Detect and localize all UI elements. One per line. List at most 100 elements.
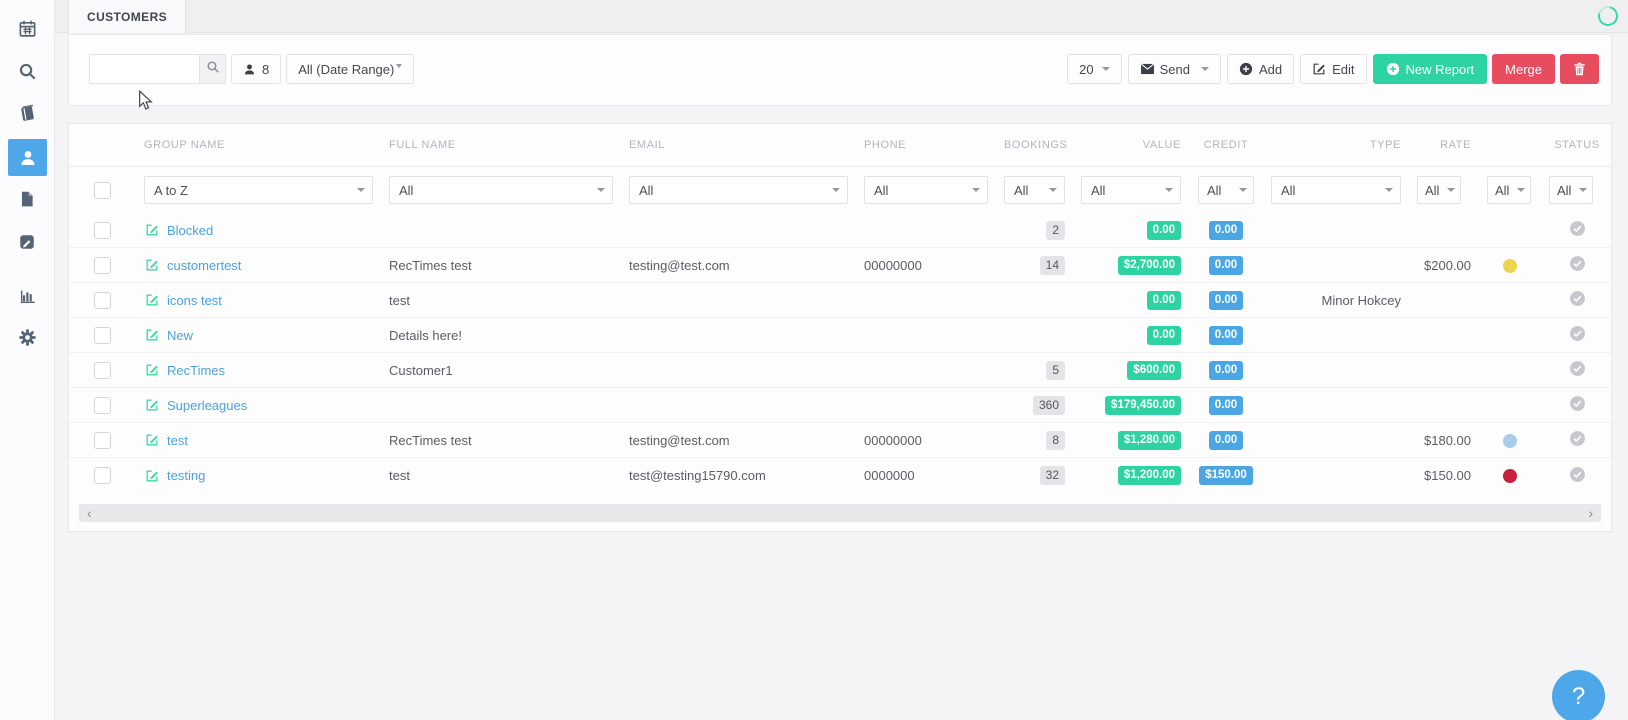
credit-badge: 0.00 [1209, 396, 1243, 415]
chevron-right-icon[interactable]: › [1588, 506, 1593, 520]
sidebar-item-documents[interactable] [13, 185, 41, 213]
col-header-status[interactable]: STATUS [1541, 139, 1613, 151]
filter-status[interactable]: All [1549, 176, 1593, 204]
row-checkbox[interactable] [94, 222, 111, 239]
col-header-full-name[interactable]: FULL NAME [381, 139, 621, 151]
row-checkbox[interactable] [94, 362, 111, 379]
value-badge: $600.00 [1127, 361, 1181, 380]
filter-credit[interactable]: All [1198, 176, 1254, 204]
row-checkbox[interactable] [94, 257, 111, 274]
tab-customers[interactable]: CUSTOMERS [68, 0, 186, 33]
row-checkbox[interactable] [94, 467, 111, 484]
help-button[interactable]: ? [1552, 670, 1605, 720]
col-header-bookings[interactable]: BOOKINGS [996, 139, 1073, 151]
full-name-cell: Details here! [381, 328, 621, 343]
table-row: customertestRecTimes testtesting@test.co… [69, 248, 1611, 283]
group-name-link[interactable]: Superleagues [167, 398, 247, 413]
email-cell: testing@test.com [621, 258, 856, 273]
rate-cell: $150.00 [1409, 468, 1479, 483]
credit-cell: $150.00 [1189, 466, 1263, 485]
value-badge: 0.00 [1147, 326, 1181, 345]
bookings-cell: 5 [996, 361, 1073, 380]
row-checkbox-cell [69, 397, 136, 414]
edit-button[interactable]: Edit [1300, 54, 1366, 84]
filter-phone[interactable]: All [864, 176, 988, 204]
row-checkbox[interactable] [94, 397, 111, 414]
col-header-group-name[interactable]: GROUP NAME [136, 139, 381, 151]
row-checkbox[interactable] [94, 292, 111, 309]
group-name-link[interactable]: customertest [167, 258, 241, 273]
page-size-dropdown[interactable]: 20 [1067, 54, 1121, 84]
row-edit-icon[interactable] [145, 433, 159, 447]
row-edit-icon[interactable] [145, 223, 159, 237]
bookings-badge: 32 [1040, 466, 1065, 485]
phone-cell: 0000000 [856, 468, 996, 483]
sidebar-item-book[interactable] [13, 99, 41, 127]
edit-pencil-icon [1312, 62, 1326, 76]
status-check-icon [1569, 466, 1586, 483]
group-name-link[interactable]: New [167, 328, 193, 343]
row-edit-icon[interactable] [145, 398, 159, 412]
row-edit-icon[interactable] [145, 293, 159, 307]
col-header-credit[interactable]: CREDIT [1189, 139, 1263, 151]
group-name-link[interactable]: testing [167, 468, 205, 483]
search-button[interactable] [199, 54, 226, 84]
bookings-badge: 14 [1040, 256, 1065, 275]
date-range-dropdown[interactable]: All (Date Range) [286, 54, 414, 84]
filter-email[interactable]: All [629, 176, 848, 204]
filter-colour[interactable]: All [1487, 176, 1531, 204]
plus-circle-icon [1239, 62, 1253, 76]
sidebar-item-notes[interactable] [13, 228, 41, 256]
row-checkbox[interactable] [94, 327, 111, 344]
person-icon [243, 63, 256, 76]
sidebar-item-settings[interactable] [13, 323, 41, 351]
sidebar-item-reports[interactable] [13, 282, 41, 310]
group-name-cell: Blocked [136, 223, 381, 238]
search-input[interactable] [89, 54, 199, 84]
filter-bookings[interactable]: All [1004, 176, 1065, 204]
sidebar-item-calendar[interactable] [13, 14, 41, 42]
row-edit-icon[interactable] [145, 363, 159, 377]
send-dropdown-button[interactable]: Send [1128, 54, 1221, 84]
delete-button[interactable] [1560, 54, 1599, 84]
credit-cell: 0.00 [1189, 361, 1263, 380]
status-check-icon [1569, 220, 1586, 237]
group-name-link[interactable]: icons test [167, 293, 222, 308]
group-name-link[interactable]: RecTimes [167, 363, 225, 378]
chevron-down-icon [1579, 188, 1587, 192]
select-all-checkbox[interactable] [94, 182, 111, 199]
sidebar-item-customers[interactable] [8, 139, 47, 176]
sidebar-item-search[interactable] [13, 57, 41, 85]
row-edit-icon[interactable] [145, 328, 159, 342]
row-edit-icon[interactable] [145, 258, 159, 272]
status-check-icon [1569, 395, 1586, 412]
filter-type[interactable]: All [1271, 176, 1401, 204]
status-check-icon [1569, 360, 1586, 377]
customer-count-button[interactable]: 8 [231, 54, 281, 84]
col-header-phone[interactable]: PHONE [856, 139, 996, 151]
add-button[interactable]: Add [1227, 54, 1294, 84]
colour-dot [1503, 469, 1517, 483]
row-checkbox-cell [69, 362, 136, 379]
filter-group-name[interactable]: A to Z [144, 176, 373, 204]
filter-rate[interactable]: All [1417, 176, 1461, 204]
credit-badge: 0.00 [1209, 256, 1243, 275]
horizontal-scrollbar[interactable]: ‹ › [79, 504, 1601, 522]
row-checkbox[interactable] [94, 432, 111, 449]
filter-full-name[interactable]: All [389, 176, 613, 204]
full-name-cell: test [381, 293, 621, 308]
chevron-left-icon[interactable]: ‹ [87, 506, 92, 520]
merge-button[interactable]: Merge [1492, 54, 1555, 84]
credit-cell: 0.00 [1189, 221, 1263, 240]
group-name-cell: New [136, 328, 381, 343]
col-header-rate[interactable]: RATE [1409, 139, 1479, 151]
group-name-link[interactable]: Blocked [167, 223, 213, 238]
group-name-link[interactable]: test [167, 433, 188, 448]
row-edit-icon[interactable] [145, 469, 159, 483]
bookings-cell: 14 [996, 256, 1073, 275]
col-header-email[interactable]: EMAIL [621, 139, 856, 151]
filter-value[interactable]: All [1081, 176, 1181, 204]
new-report-button[interactable]: New Report [1373, 54, 1488, 84]
col-header-type[interactable]: TYPE [1263, 139, 1409, 151]
col-header-value[interactable]: VALUE [1073, 139, 1189, 151]
